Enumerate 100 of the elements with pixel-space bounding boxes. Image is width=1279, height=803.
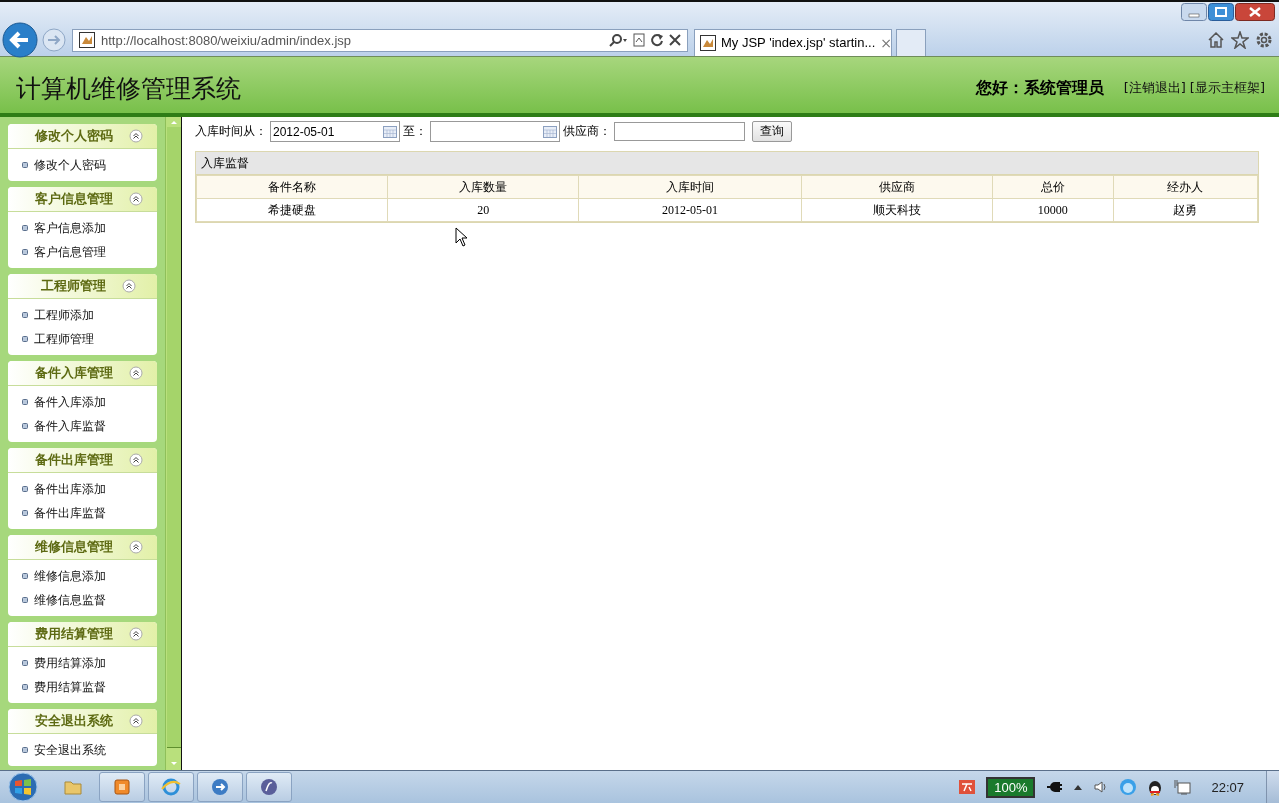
- browser-tab[interactable]: My JSP 'index.jsp' startin... ×: [694, 28, 892, 56]
- minimize-icon[interactable]: [1181, 3, 1207, 21]
- menu-link[interactable]: 备件出库监督: [34, 504, 106, 522]
- collapse-icon[interactable]: [128, 129, 143, 143]
- browser-icon: [160, 776, 182, 798]
- table-cell: 2012-05-01: [578, 198, 802, 222]
- tray-app-icon[interactable]: [958, 779, 977, 795]
- compat-icon[interactable]: [633, 33, 645, 47]
- menu-link[interactable]: 备件入库添加: [34, 393, 106, 411]
- header-link[interactable]: [注销退出]: [1123, 79, 1186, 97]
- taskbar-button[interactable]: [148, 772, 194, 802]
- menu-link[interactable]: 工程师管理: [34, 330, 94, 348]
- bullet-icon: [22, 312, 28, 318]
- menu-group-header[interactable]: 维修信息管理: [8, 535, 157, 560]
- menu-group-header[interactable]: 安全退出系统: [8, 709, 157, 734]
- greeting-text: 您好：系统管理员: [975, 77, 1104, 99]
- forward-icon[interactable]: [42, 28, 66, 52]
- address-bar[interactable]: http://localhost:8080/weixiu/admin/index.jsp: [72, 28, 688, 52]
- menu-link[interactable]: 备件出库添加: [34, 480, 106, 498]
- supplier-field[interactable]: [614, 122, 745, 141]
- column-header: 供应商: [801, 175, 993, 199]
- address-text: http://localhost:8080/weixiu/admin/index.jsp: [101, 32, 353, 48]
- bullet-icon: [22, 747, 28, 753]
- mouse-cursor-icon: [455, 227, 469, 247]
- date-field[interactable]: [430, 121, 560, 142]
- bullet-icon: [22, 336, 28, 342]
- collapse-icon[interactable]: [128, 453, 143, 467]
- menu-link[interactable]: 客户信息添加: [34, 219, 106, 237]
- collapse-icon[interactable]: [128, 627, 143, 641]
- menu-group-title: 工程师管理: [41, 277, 106, 295]
- collapse-icon[interactable]: [128, 192, 143, 206]
- bullet-icon: [22, 162, 28, 168]
- collapse-icon[interactable]: [128, 366, 143, 380]
- menu-group-header[interactable]: 工程师管理: [8, 274, 157, 299]
- back-icon[interactable]: [2, 22, 38, 58]
- search-button[interactable]: 查询: [752, 121, 792, 142]
- bullet-icon: [22, 510, 28, 516]
- settings-icon[interactable]: [1255, 31, 1273, 49]
- collapse-icon[interactable]: [128, 540, 143, 554]
- menu-group-header[interactable]: 备件入库管理: [8, 361, 157, 386]
- new-tab-button[interactable]: [896, 29, 926, 56]
- tab-close-button[interactable]: ×: [880, 34, 892, 51]
- taskbar-button[interactable]: [246, 772, 292, 802]
- close-icon[interactable]: [669, 34, 681, 46]
- menu-link[interactable]: 安全退出系统: [34, 741, 106, 759]
- menu-group-title: 修改个人密码: [34, 127, 113, 145]
- maximize-icon[interactable]: [1208, 3, 1234, 21]
- show-desktop-button[interactable]: [1266, 771, 1279, 803]
- header-link[interactable]: [显示主框架]: [1189, 79, 1265, 97]
- table-cell: 10000: [992, 198, 1114, 222]
- menu-group-header[interactable]: 备件出库管理: [8, 448, 157, 473]
- star-icon[interactable]: [1231, 31, 1249, 49]
- menu-link[interactable]: 维修信息监督: [34, 591, 106, 609]
- tab-title: My JSP 'index.jsp' startin...: [721, 35, 876, 50]
- menu-link[interactable]: 备件入库监督: [34, 417, 106, 435]
- menu-group-header[interactable]: 客户信息管理: [8, 187, 157, 212]
- menu-link[interactable]: 工程师添加: [34, 306, 94, 324]
- bullet-icon: [22, 423, 28, 429]
- column-header: 经办人: [1113, 175, 1258, 199]
- menu-link[interactable]: 修改个人密码: [34, 156, 106, 174]
- scroll-thumb[interactable]: [166, 127, 181, 748]
- bullet-icon: [22, 660, 28, 666]
- collapse-icon[interactable]: [122, 279, 136, 293]
- page-icon: [700, 34, 716, 51]
- chat-bubble-icon[interactable]: [1119, 778, 1138, 796]
- bullet-icon: [22, 399, 28, 405]
- penguin-icon[interactable]: [1147, 778, 1164, 796]
- scrollbar[interactable]: [165, 117, 182, 770]
- media-icon: [258, 776, 280, 798]
- table-cell: 赵勇: [1113, 198, 1258, 222]
- app-icon: [111, 776, 133, 798]
- bullet-icon: [22, 573, 28, 579]
- taskbar-button[interactable]: [99, 772, 145, 802]
- taskbar-button[interactable]: [197, 772, 243, 802]
- network-icon[interactable]: [1173, 778, 1192, 796]
- table-cell: 20: [387, 198, 579, 222]
- field-label: 入库时间从：: [195, 123, 267, 140]
- search-icon[interactable]: [608, 33, 628, 47]
- show-hidden-icon[interactable]: [1073, 783, 1084, 791]
- menu-group-title: 备件出库管理: [34, 451, 113, 469]
- collapse-icon[interactable]: [128, 714, 143, 728]
- column-header: 入库时间: [578, 175, 802, 199]
- power-plug-icon[interactable]: [1045, 780, 1064, 794]
- menu-link[interactable]: 维修信息添加: [34, 567, 106, 585]
- home-icon[interactable]: [1207, 31, 1225, 49]
- table-title: 入库监督: [196, 152, 1258, 175]
- bullet-icon: [22, 597, 28, 603]
- table-cell: 希捷硬盘: [196, 198, 388, 222]
- column-header: 入库数量: [387, 175, 579, 199]
- refresh-icon[interactable]: [650, 33, 664, 47]
- field-label: 至：: [403, 123, 427, 140]
- menu-link[interactable]: 费用结算添加: [34, 654, 106, 672]
- menu-group-header[interactable]: 费用结算管理: [8, 622, 157, 647]
- column-header: 总价: [992, 175, 1114, 199]
- menu-group-header[interactable]: 修改个人密码: [8, 124, 157, 149]
- menu-link[interactable]: 费用结算监督: [34, 678, 106, 696]
- calendar-icon: [543, 125, 557, 138]
- close-icon[interactable]: [1235, 3, 1275, 21]
- date-field[interactable]: 2012-05-01: [270, 121, 400, 142]
- menu-link[interactable]: 客户信息管理: [34, 243, 106, 261]
